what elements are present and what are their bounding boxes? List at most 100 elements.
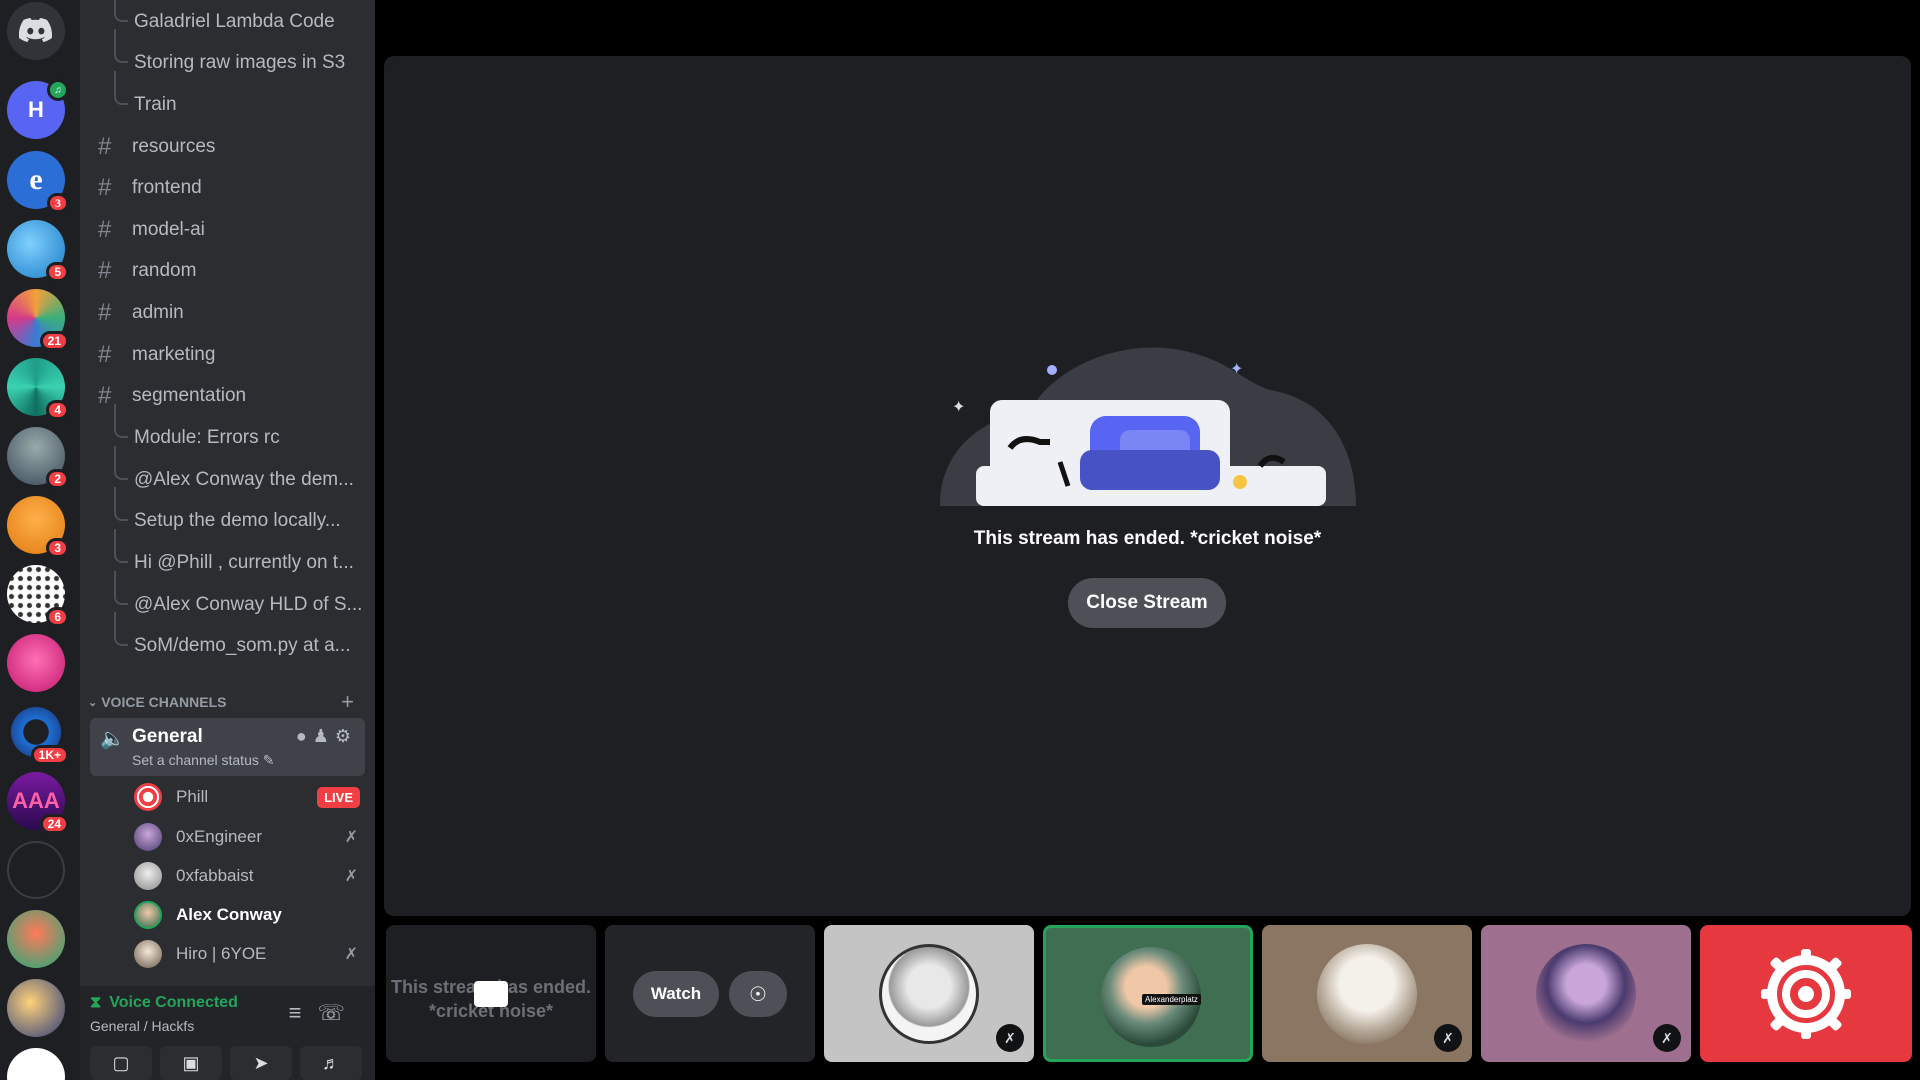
channel-admin[interactable]: # admin — [98, 296, 184, 330]
participant-tile[interactable]: ✗ — [824, 925, 1034, 1062]
participant-tile[interactable]: ✗ — [1262, 925, 1472, 1062]
participant-tile[interactable]: ✗ — [1481, 925, 1691, 1062]
channel-label: random — [132, 260, 197, 281]
channel-random[interactable]: # random — [98, 254, 196, 288]
voice-connected-status[interactable]: ⧗ Voice Connected — [90, 994, 238, 1012]
thread-label: @Alex Conway the dem... — [134, 469, 354, 490]
channel-model-ai[interactable]: # model-ai — [98, 213, 205, 247]
invite-icon[interactable]: ♟ — [313, 726, 335, 746]
unread-badge: 4 — [46, 400, 69, 420]
server-astronaut-icon[interactable] — [7, 979, 65, 1037]
muted-mic-icon: ✗ — [344, 829, 358, 846]
participant-tile-speaking[interactable]: Alexanderplatz — [1043, 925, 1253, 1062]
screen-share-button[interactable]: ▣ — [160, 1046, 222, 1080]
pencil-icon: ✎ — [262, 752, 275, 768]
hash-icon: # — [98, 133, 112, 160]
watch-together-button[interactable]: ☉ — [729, 971, 787, 1017]
voice-connected-label: Voice Connected — [109, 994, 238, 1011]
camera-off-button[interactable]: ▢ — [90, 1046, 152, 1080]
thread-label: Galadriel Lambda Code — [134, 11, 335, 32]
server-aaa-icon[interactable]: AAA 24 — [7, 772, 69, 834]
voice-member[interactable]: 0xEngineer ✗ — [134, 820, 366, 854]
voice-member[interactable]: Alex Conway — [134, 898, 366, 932]
avatar — [134, 783, 162, 811]
voice-location: General / Hackfs — [90, 1018, 195, 1034]
participant-avatar — [1536, 944, 1636, 1044]
thread-item[interactable]: Module: Errors rc — [114, 404, 280, 455]
server-ring-icon[interactable]: 21 — [7, 289, 69, 351]
avatar — [134, 823, 162, 851]
thread-item[interactable]: Setup the demo locally... — [114, 487, 341, 538]
server-heart-icon[interactable] — [7, 1048, 65, 1080]
stream-ended-illustration: ✦ ✦ — [940, 347, 1356, 506]
channel-label: segmentation — [132, 385, 247, 406]
participant-name-tag: Alexanderplatz — [1142, 994, 1201, 1005]
avatar — [134, 940, 162, 968]
chat-icon[interactable]: ● — [296, 726, 313, 746]
server-h-icon[interactable]: H ♫ — [7, 79, 69, 139]
channel-status[interactable]: Set a channel status ✎ — [132, 752, 275, 769]
thread-item[interactable]: @Alex Conway the dem... — [114, 446, 354, 497]
channel-sidebar: Galadriel Lambda Code Storing raw images… — [80, 0, 375, 1080]
server-rail: H ♫ e3 5 21 4 2 3 6 1K+ AAA 24 — [0, 0, 80, 1080]
unread-badge: 3 — [47, 193, 69, 213]
server-dots-icon[interactable]: 6 — [7, 565, 69, 627]
voice-member[interactable]: Hiro | 6YOE ✗ — [134, 937, 366, 971]
discord-home-icon[interactable] — [7, 2, 65, 60]
channel-label: marketing — [132, 344, 216, 365]
server-avatar-icon[interactable]: 2 — [7, 427, 69, 489]
server-e-icon[interactable]: e3 — [7, 151, 69, 213]
server-e-letter: e — [29, 163, 43, 196]
soundboard-button[interactable]: ♬ — [300, 1046, 362, 1080]
thread-item[interactable]: @Alex Conway HLD of S... — [114, 571, 363, 622]
channel-resources[interactable]: # resources — [98, 130, 215, 164]
thread-item[interactable]: Hi @Phill , currently on t... — [114, 529, 354, 580]
avatar — [134, 862, 162, 890]
watch-button[interactable]: Watch — [633, 971, 719, 1017]
thread-connector — [114, 487, 128, 521]
noise-suppression-icon[interactable]: ≡ — [289, 1000, 318, 1025]
screen-share-icon: ▣ — [182, 1052, 200, 1073]
close-stream-button[interactable]: Close Stream — [1068, 578, 1226, 628]
gear-icon[interactable]: ⚙ — [335, 726, 357, 746]
thread-item[interactable]: Galadriel Lambda Code — [114, 0, 335, 39]
server-wave-icon[interactable]: 5 — [7, 220, 69, 282]
voice-channel-actions: ●♟⚙ — [296, 726, 357, 747]
ended-stream-tile[interactable]: This stream has ended. *cricket noise* — [386, 925, 596, 1062]
channel-frontend[interactable]: # frontend — [98, 171, 202, 205]
member-name: 0xfabbaist — [176, 866, 254, 885]
thread-item[interactable]: Storing raw images in S3 — [114, 29, 345, 80]
activities-button[interactable]: ➤ — [230, 1046, 292, 1080]
voice-channels-header[interactable]: ⌄ VOICE CHANNELS + — [86, 689, 366, 715]
thread-label: @Alex Conway HLD of S... — [134, 594, 363, 615]
disconnect-icon[interactable]: ☏ — [317, 1000, 361, 1025]
server-brain-icon[interactable] — [7, 634, 65, 692]
streamer-tile[interactable] — [1700, 925, 1912, 1062]
thread-connector — [114, 529, 128, 563]
thread-connector — [114, 446, 128, 480]
stream-stage: ✦ ✦ This stream has ended. *cricket nois… — [384, 56, 1911, 916]
unread-badge: 1K+ — [30, 745, 69, 765]
voice-channel-general[interactable]: 🔈 General Set a channel status ✎ ●♟⚙ — [90, 718, 365, 776]
muted-mic-icon: ✗ — [344, 868, 358, 885]
channel-marketing[interactable]: # marketing — [98, 338, 215, 372]
thread-item[interactable]: SoM/demo_som.py at a... — [114, 612, 351, 663]
unread-badge: 3 — [46, 538, 69, 558]
server-swirl-icon[interactable]: 1K+ — [7, 703, 69, 765]
server-star-icon[interactable]: 4 — [7, 358, 69, 420]
streamer-logo-icon — [1761, 949, 1851, 1039]
voice-member[interactable]: 0xfabbaist ✗ — [134, 859, 366, 893]
channel-status-label: Set a channel status — [132, 752, 259, 768]
soundboard-icon: ♬ — [322, 1052, 340, 1073]
voice-member[interactable]: Phill LIVE — [134, 780, 366, 814]
add-channel-icon[interactable]: + — [341, 689, 354, 715]
unread-badge: 21 — [39, 331, 69, 351]
server-david-bombal-icon[interactable] — [7, 841, 65, 899]
svg-text:✦: ✦ — [1230, 361, 1243, 378]
thread-item[interactable]: Train — [114, 71, 177, 122]
hash-icon: # — [98, 341, 112, 368]
participant-avatar — [1317, 944, 1417, 1044]
eye-plus-icon: ☉ — [749, 983, 767, 1006]
server-monster-icon[interactable] — [7, 910, 65, 968]
server-fox-icon[interactable]: 3 — [7, 496, 69, 558]
